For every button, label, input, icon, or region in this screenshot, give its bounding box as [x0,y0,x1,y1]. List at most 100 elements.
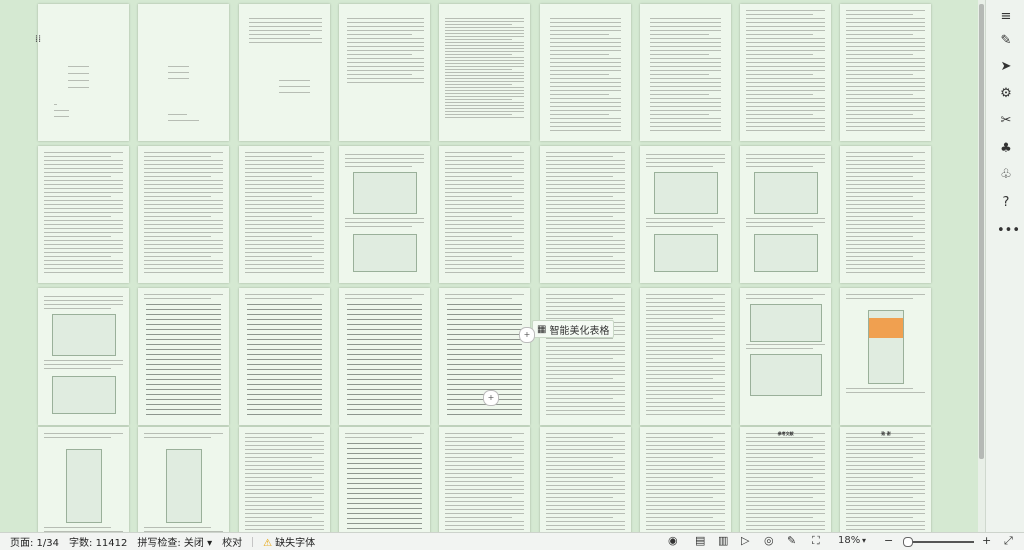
page-thumbnail[interactable] [38,146,129,283]
page-thumbnail[interactable] [639,4,731,141]
text-line [545,172,625,173]
read-mode-icon[interactable]: ▤ [695,534,705,547]
page-thumbnail[interactable] [338,288,430,425]
missing-fonts-button[interactable]: ⚠ 缺失字体 [263,534,315,549]
text-line [346,42,424,43]
text-line [144,208,224,209]
text-line [244,152,324,153]
text-line [846,42,926,43]
globe-icon[interactable]: ◎ [764,534,774,547]
page-thumbnail[interactable] [639,146,731,283]
page-thumbnail[interactable] [539,427,631,532]
page-thumbnail[interactable] [238,4,330,141]
eye-icon[interactable]: ◉ [668,534,678,547]
page-thumbnail[interactable] [138,146,230,283]
text-line [746,26,826,27]
zoom-in-button[interactable]: + [982,534,991,547]
page-thumbnail[interactable] [439,427,531,532]
text-line [545,414,625,415]
page-thumbnail[interactable] [639,288,731,425]
page-thumbnail[interactable] [740,288,832,425]
proofread-button[interactable]: 校对 [222,534,242,549]
zoom-dropdown-icon[interactable]: ▾ [862,536,866,545]
page-thumbnail[interactable] [840,288,932,425]
text-line [746,86,826,87]
fit-icon[interactable]: ⛶ [812,534,820,548]
page-row: 参考文献 致 谢 [38,427,938,532]
shirt-icon[interactable]: ♣ [997,140,1015,158]
page-thumbnail[interactable] [840,146,932,283]
edit-icon[interactable]: ✎ [787,534,796,547]
zoom-slider-knob[interactable] [903,537,913,547]
page-thumbnail[interactable] [439,146,531,283]
table-row [346,443,422,444]
add-above-icon[interactable]: + [519,327,535,343]
text-line [645,489,725,490]
page-thumbnail[interactable] [138,4,230,141]
scrollbar-thumb[interactable] [979,4,984,459]
page-thumbnail[interactable] [840,4,932,141]
text-line [244,180,324,181]
page-thumbnail[interactable] [238,146,330,283]
page-thumbnail[interactable] [38,4,129,141]
page-thumbnail[interactable]: 致 谢 [840,427,932,532]
vertical-scrollbar[interactable] [978,0,985,532]
text-line [649,26,721,27]
page-thumbnail[interactable] [539,288,631,425]
shirt-outline-icon[interactable]: ♧ [997,166,1015,184]
text-line [746,66,826,67]
page-view-icon[interactable]: ▥ [718,534,728,547]
fullscreen-icon[interactable]: ⤢ [1004,534,1013,548]
collapse-handle-icon[interactable]: ⁞⁞ [33,32,43,48]
page-thumbnail[interactable] [740,4,832,141]
page-thumbnail[interactable] [539,4,631,141]
page-thumbnail[interactable] [740,146,832,283]
text-line [746,14,814,15]
text-line [144,184,224,185]
page-thumbnail[interactable] [338,4,430,141]
page-thumbnail[interactable] [338,427,430,532]
page-thumbnail[interactable] [439,4,531,141]
page-thumbnail[interactable] [38,288,129,425]
word-count[interactable]: 字数: 11412 [69,534,127,549]
text-line [846,130,926,131]
play-icon[interactable]: ▷ [741,534,749,547]
document-canvas[interactable]: 参考文献 致 谢 [0,0,978,532]
menu-icon[interactable]: ≡ [997,8,1015,26]
text-line [44,200,123,201]
text-line [649,62,721,63]
zoom-level[interactable]: 18% [838,535,860,546]
page-thumbnail[interactable] [639,427,731,532]
page-thumbnail[interactable] [539,146,631,283]
pen-icon[interactable]: ✎ [997,32,1015,50]
smart-beautify-table-button[interactable]: ▦ 智能美化表格 [532,320,615,338]
page-thumbnail[interactable] [238,288,330,425]
text-line [144,298,212,299]
settings-icon[interactable]: ⚙ [997,85,1015,103]
spellcheck-status[interactable]: 拼写检查: 关闭 ▾ [137,534,212,549]
text-line [645,525,725,526]
table-row [146,359,222,360]
page-thumbnail[interactable] [138,288,230,425]
text-line [44,308,111,309]
page-thumbnail[interactable] [238,427,330,532]
page-thumbnail[interactable]: 参考文献 [740,427,832,532]
page-thumbnail[interactable] [338,146,430,283]
text-line [846,106,926,107]
text-line [846,10,926,11]
zoom-slider[interactable] [910,541,974,543]
help-icon[interactable]: ? [997,194,1015,212]
add-below-icon[interactable]: + [483,390,499,406]
text-line [545,441,625,442]
more-icon[interactable]: ••• [997,222,1020,240]
page-indicator[interactable]: 页面: 1/34 [10,534,59,549]
table-row [246,414,322,415]
figure [653,172,718,214]
page-thumbnail[interactable] [138,427,230,532]
text-line [545,449,625,450]
tools-icon[interactable]: ✂ [997,112,1015,130]
page-thumbnail[interactable] [38,427,129,532]
table-row [346,359,422,360]
select-icon[interactable]: ➤ [997,58,1015,76]
zoom-out-button[interactable]: − [884,534,893,547]
